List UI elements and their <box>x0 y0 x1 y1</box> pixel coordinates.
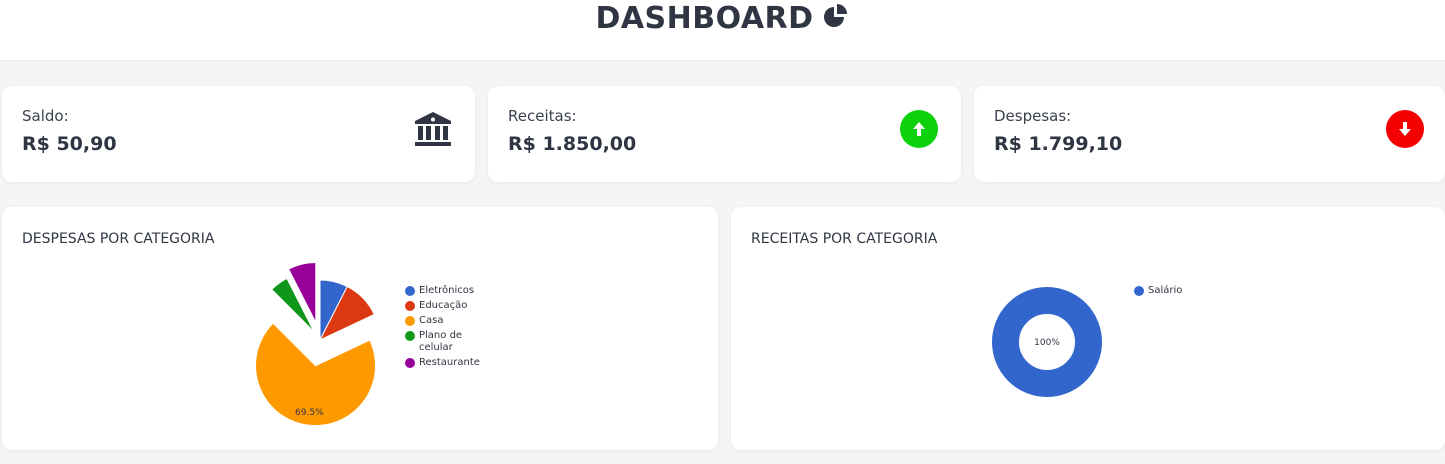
despesas-card: Despesas: R$ 1.799,10 <box>974 86 1445 182</box>
saldo-value: R$ 50,90 <box>22 133 117 155</box>
despesas-chart-panel: DESPESAS POR CATEGORIA 69.5% Eletrônicos… <box>2 207 718 450</box>
receitas-label: Receitas: <box>508 107 577 125</box>
pie-slice-label: 69.5% <box>295 408 324 418</box>
despesas-legend-label: Eletrônicos <box>419 285 475 296</box>
arrow-up-icon <box>900 110 938 148</box>
despesas-pie-chart: 69.5% <box>255 261 377 427</box>
saldo-card: Saldo: R$ 50,90 <box>2 86 475 182</box>
despesas-legend: Eletrônicos Educação Casa Plano de celular R… <box>405 285 489 372</box>
receitas-donut-chart: 100% <box>992 287 1102 397</box>
bank-icon <box>415 112 451 146</box>
despesas-legend-label: Plano de celular <box>419 330 463 353</box>
despesas-legend-swatch <box>405 301 415 311</box>
despesas-legend-item: Restaurante <box>405 357 489 369</box>
receitas-legend-swatch <box>1134 286 1144 296</box>
despesas-legend-item: Eletrônicos <box>405 285 489 297</box>
despesas-legend-swatch <box>405 358 415 368</box>
receitas-legend: Salário <box>1134 285 1182 300</box>
arrow-down-icon <box>1386 110 1424 148</box>
despesas-label: Despesas: <box>994 107 1072 125</box>
receitas-legend-item: Salário <box>1134 285 1182 297</box>
despesas-legend-label: Casa <box>419 315 444 326</box>
page-header: DASHBOARD <box>0 0 1445 36</box>
despesas-legend-swatch <box>405 316 415 326</box>
despesas-legend-item: Educação <box>405 300 489 312</box>
saldo-label: Saldo: <box>22 107 69 125</box>
page-title: DASHBOARD <box>595 0 814 36</box>
receitas-legend-label: Salário <box>1148 285 1183 296</box>
despesas-legend-item: Plano de celular <box>405 330 489 354</box>
despesas-legend-swatch <box>405 286 415 296</box>
receitas-card: Receitas: R$ 1.850,00 <box>488 86 961 182</box>
donut-slice-label: 100% <box>1034 338 1060 348</box>
despesas-value: R$ 1.799,10 <box>994 133 1123 155</box>
despesas-legend-item: Casa <box>405 315 489 327</box>
despesas-legend-label: Restaurante <box>419 357 480 368</box>
receitas-chart-panel: RECEITAS POR CATEGORIA 100% Salário <box>731 207 1445 450</box>
pie-chart-icon <box>823 4 847 27</box>
despesas-legend-label: Educação <box>419 300 468 311</box>
despesas-legend-swatch <box>405 331 415 341</box>
receitas-value: R$ 1.850,00 <box>508 133 637 155</box>
